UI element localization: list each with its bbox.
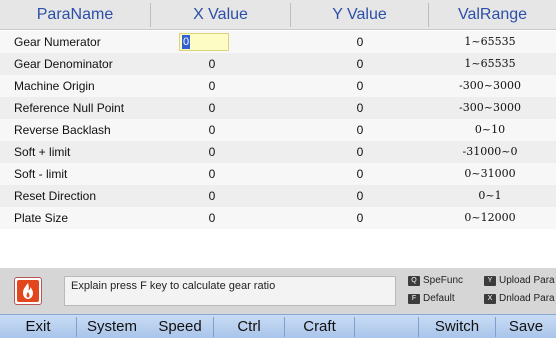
system-button[interactable]: System (77, 315, 147, 338)
hint-label: Upload Para (499, 275, 555, 286)
param-table: Gear Numerator 0 0 1~65535 Gear Denomina… (0, 31, 556, 229)
key-icon: Q (408, 276, 420, 286)
value-range: -300~3000 (459, 101, 521, 114)
y-value[interactable]: 0 (310, 75, 410, 97)
header-paraname: ParaName (36, 6, 114, 23)
table-row[interactable]: Gear Denominator 0 0 1~65535 (0, 53, 556, 75)
exit-button[interactable]: Exit (0, 315, 76, 338)
craft-button[interactable]: Craft (285, 315, 354, 338)
value-range: 0~1 (478, 189, 502, 202)
empty-function-button[interactable] (355, 315, 418, 338)
param-name: Gear Denominator (14, 57, 113, 71)
param-name: Soft - limit (14, 167, 68, 181)
y-value[interactable]: 0 (310, 31, 410, 53)
ctrl-button[interactable]: Ctrl (214, 315, 284, 338)
value-range: 1~65535 (464, 35, 516, 48)
save-button[interactable]: Save (496, 315, 556, 338)
value-range: 0~12000 (464, 211, 516, 224)
x-value[interactable]: 0 (162, 97, 262, 119)
x-value[interactable]: 0 (162, 207, 262, 229)
param-name: Plate Size (14, 211, 69, 225)
value-range: -300~3000 (459, 79, 521, 92)
value-range: 0~31000 (464, 167, 516, 180)
hint-dnload-para: X Dnload Para (484, 293, 555, 305)
value-range: 1~65535 (464, 57, 516, 70)
y-value[interactable]: 0 (310, 207, 410, 229)
hint-upload-para: Y Upload Para (484, 275, 555, 287)
key-icon: F (408, 294, 420, 304)
param-name: Reverse Backlash (14, 123, 111, 137)
function-key-bar: Exit System Speed Ctrl Craft Switch Save (0, 314, 556, 338)
hint-label: Dnload Para (499, 293, 555, 304)
param-name: Soft + limit (14, 145, 71, 159)
y-value[interactable]: 0 (310, 97, 410, 119)
param-name: Gear Numerator (14, 35, 101, 49)
help-message: Explain press F key to calculate gear ra… (64, 276, 396, 306)
hint-default: F Default (408, 293, 455, 305)
table-row[interactable]: Soft + limit 0 0 -31000~0 (0, 141, 556, 163)
y-value[interactable]: 0 (310, 141, 410, 163)
table-row[interactable]: Gear Numerator 0 0 1~65535 (0, 31, 556, 53)
key-icon: Y (484, 276, 496, 286)
x-value-text: 0 (182, 35, 190, 49)
info-panel: Explain press F key to calculate gear ra… (0, 268, 556, 314)
x-value-input[interactable]: 0 (179, 33, 229, 51)
switch-button[interactable]: Switch (419, 315, 495, 338)
table-header: ParaName X Value Y Value ValRange (0, 0, 556, 30)
x-value[interactable]: 0 (162, 163, 262, 185)
hint-label: SpeFunc (423, 275, 464, 286)
y-value[interactable]: 0 (310, 163, 410, 185)
speed-button[interactable]: Speed (147, 315, 213, 338)
param-name: Machine Origin (14, 79, 95, 93)
value-range: -31000~0 (462, 145, 518, 158)
table-row[interactable]: Reference Null Point 0 0 -300~3000 (0, 97, 556, 119)
y-value[interactable]: 0 (310, 53, 410, 75)
table-row[interactable]: Reset Direction 0 0 0~1 (0, 185, 556, 207)
x-value[interactable]: 0 (162, 141, 262, 163)
x-value[interactable]: 0 (162, 185, 262, 207)
value-range: 0~10 (474, 123, 506, 136)
table-row[interactable]: Reverse Backlash 0 0 0~10 (0, 119, 556, 141)
fire-icon (14, 277, 42, 305)
header-x-value: X Value (193, 6, 248, 23)
key-icon: X (484, 294, 496, 304)
param-name: Reference Null Point (14, 101, 125, 115)
y-value[interactable]: 0 (310, 185, 410, 207)
x-value[interactable]: 0 (162, 119, 262, 141)
hint-spefunc: Q SpeFunc (408, 275, 463, 287)
header-y-value: Y Value (332, 6, 387, 23)
header-valrange: ValRange (457, 6, 528, 23)
table-row[interactable]: Machine Origin 0 0 -300~3000 (0, 75, 556, 97)
hint-label: Default (423, 293, 455, 304)
y-value[interactable]: 0 (310, 119, 410, 141)
table-row[interactable]: Soft - limit 0 0 0~31000 (0, 163, 556, 185)
table-row[interactable]: Plate Size 0 0 0~12000 (0, 207, 556, 229)
x-value[interactable]: 0 (162, 75, 262, 97)
x-value[interactable]: 0 (162, 53, 262, 75)
param-name: Reset Direction (14, 189, 97, 203)
